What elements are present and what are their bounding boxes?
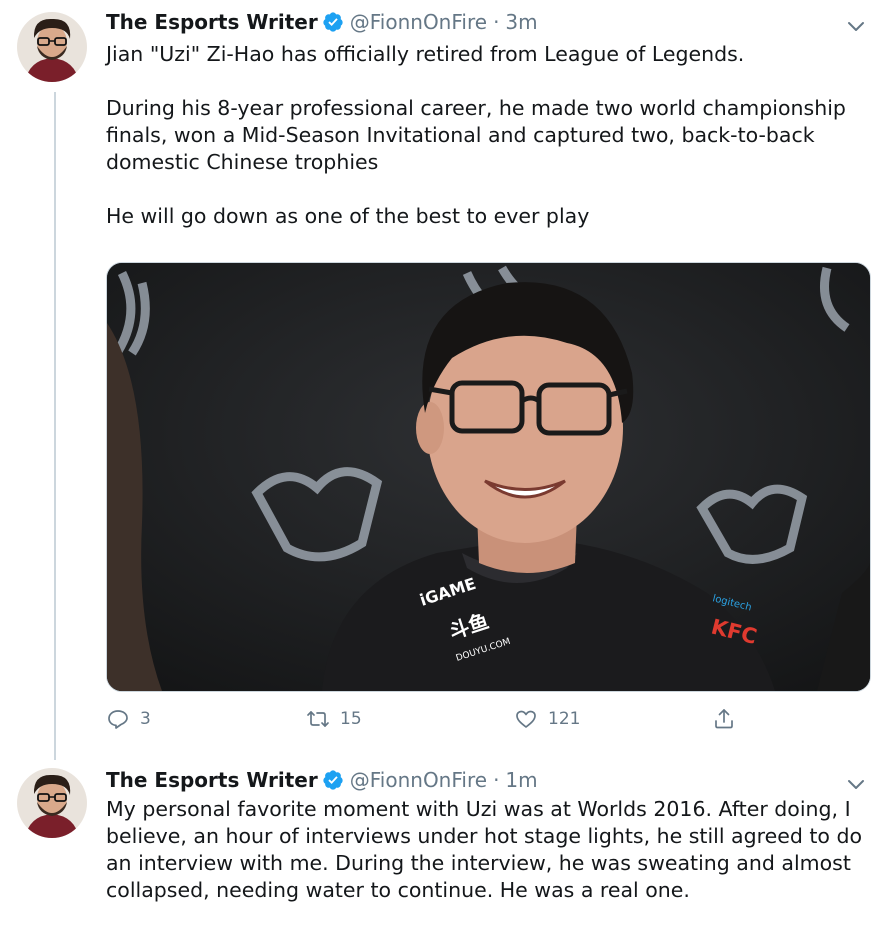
tweet-header: The Esports Writer @FionnOnFire · 3m [106,8,538,36]
reply-button[interactable]: 3 [106,707,151,731]
like-count: 121 [548,709,581,729]
heart-icon [516,710,536,728]
tweet-2[interactable]: The Esports Writer @FionnOnFire · 1m My … [0,760,888,949]
tweet-1[interactable]: The Esports Writer @FionnOnFire · 3m Jia… [0,0,888,760]
verified-badge-icon [323,770,343,790]
retweet-icon [307,711,329,727]
reply-icon [108,710,128,729]
avatar[interactable] [17,768,87,838]
chevron-down-icon[interactable] [844,772,868,796]
separator-dot: · [493,10,500,34]
verified-badge-icon [323,12,343,32]
chevron-down-icon[interactable] [844,14,868,38]
separator-dot: · [493,768,500,792]
reply-count: 3 [140,709,151,729]
tweet-media-photo[interactable]: iGAME 斗鱼 DOUYU.COM KFC logitech [106,262,871,692]
retweet-count: 15 [340,709,362,729]
tweet-header: The Esports Writer @FionnOnFire · 1m [106,766,538,794]
avatar[interactable] [17,12,87,82]
tweet-timestamp[interactable]: 1m [505,766,537,794]
like-button[interactable]: 121 [514,707,580,731]
author-handle[interactable]: @FionnOnFire [350,766,487,794]
share-icon [715,709,733,729]
author-handle[interactable]: @FionnOnFire [350,8,487,36]
tweet-timestamp[interactable]: 3m [505,8,537,36]
author-name[interactable]: The Esports Writer [106,766,318,794]
author-name[interactable]: The Esports Writer [106,8,318,36]
tweet-text: My personal favorite moment with Uzi was… [106,797,869,902]
tweet-actions: 3 15 121 [106,707,806,737]
retweet-button[interactable]: 15 [306,707,362,731]
share-button[interactable] [712,707,736,731]
tweet-text: Jian "Uzi" Zi-Hao has officially retired… [106,42,846,228]
